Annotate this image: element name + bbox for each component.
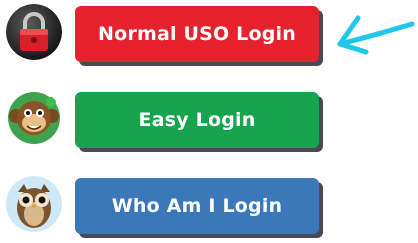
login-option-normal: Normal USO Login	[0, 0, 418, 70]
owl-icon	[6, 176, 62, 232]
easy-login-label: Easy Login	[138, 109, 256, 131]
login-option-easy: Easy Login	[0, 86, 418, 156]
arrow-left-icon	[337, 15, 415, 55]
who-am-i-login-button[interactable]: Who Am I Login	[75, 178, 319, 234]
normal-uso-login-label: Normal USO Login	[98, 23, 296, 45]
easy-login-button[interactable]: Easy Login	[75, 92, 319, 148]
login-option-who-am-i: Who Am I Login	[0, 172, 418, 242]
monkey-icon	[6, 90, 62, 146]
padlock-icon	[6, 4, 62, 60]
who-am-i-login-label: Who Am I Login	[111, 195, 283, 217]
normal-uso-login-button[interactable]: Normal USO Login	[75, 6, 319, 62]
